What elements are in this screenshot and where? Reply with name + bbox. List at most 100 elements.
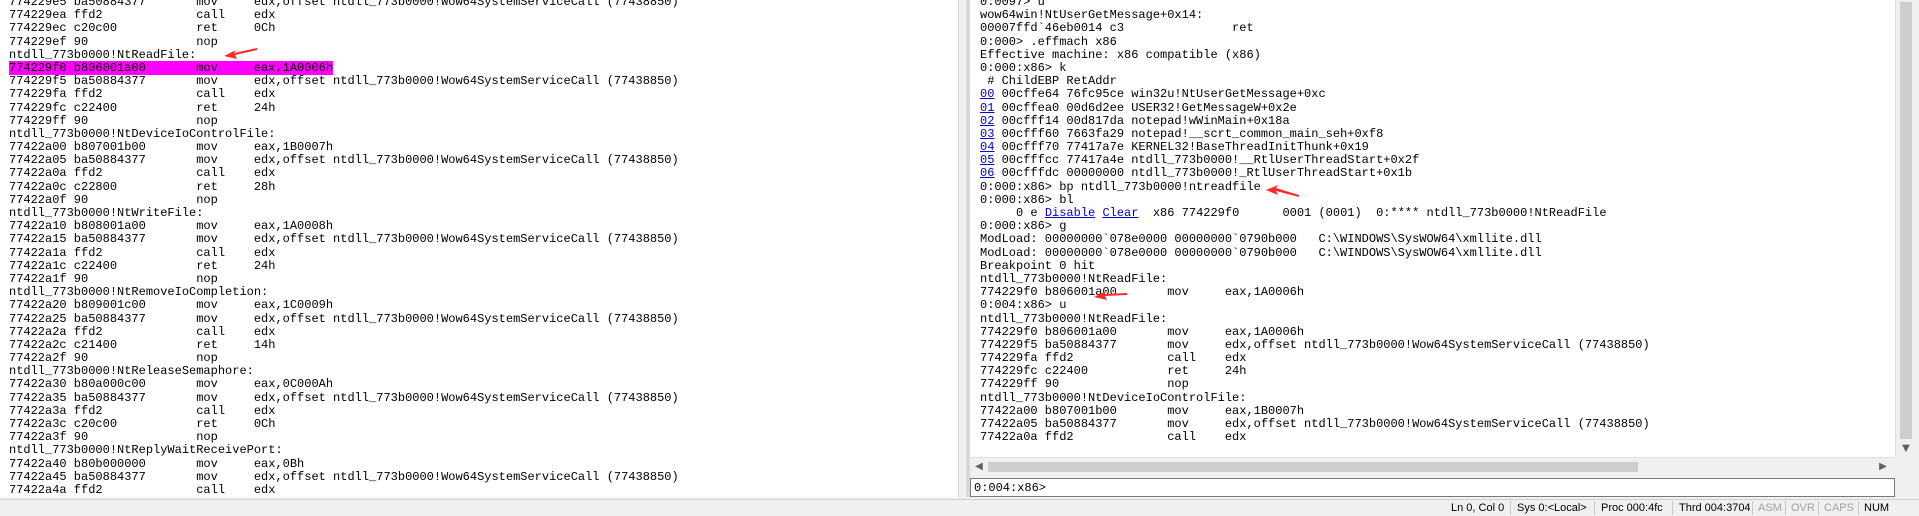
output-horizontal-scroll-thumb[interactable] [988, 462, 1638, 472]
disassembly-text: 77422a1c c22400 ret 24h [9, 258, 276, 273]
disassembly-text: 774229ff 90 nop [9, 113, 218, 128]
disassembly-text: 77422a3a ffd2 call edx [9, 403, 276, 418]
output-text: 77422a0a ffd2 call edx [980, 430, 1247, 445]
output-text: 0 e [980, 206, 1045, 220]
output-line: 774229f0 b806001a00 mov eax,1A0006h [980, 286, 1650, 299]
highlighted-current-instruction: 774229f0 b806001a00 mov eax,1A0006h [9, 60, 334, 75]
disassembly-text: 77422a00 b807001b00 mov eax,1B0007h [9, 140, 334, 155]
output-text: 00cffea0 00d6d2ee USER32!GetMessageW+0x2… [994, 100, 1297, 115]
status-session: Sys 0:<Local> [1517, 502, 1587, 514]
output-text: 774229f5 ba50884377 mov edx,offset ntdll… [980, 337, 1650, 352]
output-text: 0:000> .effmach x86 [980, 34, 1117, 49]
output-text: 77422a05 ba50884377 mov edx,offset ntdll… [980, 417, 1650, 431]
disassembly-text: 774229ec c20c00 ret 0Ch [9, 21, 276, 36]
output-text: # ChildEBP RetAddr [980, 74, 1117, 89]
frame-number-link[interactable]: 05 [980, 153, 994, 167]
output-text: Effective machine: x86 compatible (x86) [980, 47, 1261, 62]
command-input[interactable] [1057, 480, 1877, 495]
disassembly-text: ntdll_773b0000!NtWriteFile: [9, 206, 204, 220]
disassembly-text: 77422a10 b808001a00 mov eax,1A0008h [9, 219, 334, 234]
frame-number-link[interactable]: 03 [980, 127, 994, 141]
output-text: 774229fa ffd2 call edx [980, 351, 1247, 366]
output-text: 00cfff14 00d817da notepad!wWinMain+0x18a [994, 113, 1290, 128]
disassembly-text: 774229ea ffd2 call edx [9, 8, 276, 23]
disassembly-line: 77422a4a ffd2 call edx [9, 483, 679, 497]
output-text: 00cffe64 76fc95ce win32u!NtUserGetMessag… [994, 87, 1326, 102]
command-output: 0:0097> u wow64win!NtUserGetMessage+0x14:… [980, 0, 1650, 444]
output-text: 77422a00 b807001b00 mov eax,1B0007h [980, 403, 1305, 418]
status-bar: Ln 0, Col 0 Sys 0:<Local> Proc 000:4fc T… [0, 499, 1919, 516]
output-text: 0:000:x86> bl [980, 192, 1074, 207]
output-text: 0:000:x86> k [980, 60, 1067, 75]
output-vertical-scrollbar[interactable]: ▼ [1895, 0, 1916, 457]
output-text: 0:000:x86> bp ntdll_773b0000!ntreadfile [980, 179, 1261, 194]
frame-number-link[interactable]: 00 [980, 87, 994, 101]
disassembly-text: ntdll_773b0000!NtReplyWaitReceivePort: [9, 443, 283, 458]
output-line: Effective machine: x86 compatible (x86) [980, 47, 1650, 62]
disassembly-text: 77422a0f 90 nop [9, 192, 218, 207]
output-text: ntdll_773b0000!NtReadFile: [980, 311, 1168, 326]
output-horizontal-scrollbar[interactable]: ◀ ▶ [970, 457, 1895, 476]
output-line: 77422a0a ffd2 call edx [980, 431, 1650, 444]
scroll-left-arrow-icon[interactable]: ◀ [972, 460, 986, 474]
disassembly-text: 77422a20 b809001c00 mov eax,1C0009h [9, 298, 334, 313]
disassembly-text: 77422a3c c20c00 ret 0Ch [9, 417, 276, 431]
disassembly-text: 77422a35 ba50884377 mov edx,offset ntdll… [9, 390, 679, 405]
output-line: 0:000:x86> bp ntdll_773b0000!ntreadfile [980, 179, 1650, 194]
disassembly-text: 774229ef 90 nop [9, 34, 218, 49]
frame-number-link[interactable]: 01 [980, 101, 994, 115]
disassembly-text: ntdll_773b0000!NtDeviceIoControlFile: [9, 126, 276, 141]
frame-number-link[interactable]: 02 [980, 114, 994, 128]
frame-number-link[interactable]: 06 [980, 166, 994, 180]
disassembly-text: 77422a2c c21400 ret 14h [9, 337, 276, 352]
red-arrow-annotation-u [1094, 291, 1127, 300]
disassembly-text: 77422a2f 90 nop [9, 351, 218, 366]
disassembly-text: 77422a25 ba50884377 mov edx,offset ntdll… [9, 311, 679, 326]
output-text: ntdll_773b0000!NtDeviceIoControlFile: [980, 390, 1247, 405]
output-text: 0:000:x86> g [980, 219, 1067, 234]
disassembly-text: 77422a1f 90 nop [9, 271, 218, 286]
disassembly-text: 77422a1a ffd2 call edx [9, 245, 276, 260]
status-num: NUM [1864, 502, 1890, 514]
output-text: wow64win!NtUserGetMessage+0x14: [980, 8, 1204, 23]
disassembly-text: ntdll_773b0000!NtReleaseSemaphore: [9, 364, 254, 379]
red-arrow-annotation-bp [1266, 185, 1299, 197]
red-arrow-annotation-ntreadfile [224, 48, 257, 59]
scroll-down-arrow-icon[interactable]: ▼ [1900, 443, 1912, 455]
status-asm: ASM [1758, 502, 1782, 514]
frame-number-link[interactable]: 04 [980, 140, 994, 154]
scroll-right-arrow-icon[interactable]: ▶ [1876, 460, 1890, 474]
disassembly-window[interactable]: 774229e5 ba50884377 mov edx,offset ntdll… [0, 0, 958, 497]
status-caps: CAPS [1824, 502, 1854, 514]
disassembly-text: ntdll_773b0000!NtRemoveIoCompletion: [9, 285, 269, 300]
disassembly-text: 77422a2a ffd2 call edx [9, 324, 276, 339]
output-text: ntdll_773b0000!NtReadFile: [980, 271, 1168, 286]
output-text: 00007ffd`46eb0014 c3 ret [980, 21, 1254, 36]
output-text: Breakpoint 0 hit [980, 258, 1096, 273]
output-text: 774229fc c22400 ret 24h [980, 364, 1247, 379]
status-ovr: OVR [1791, 502, 1815, 514]
disable-breakpoint-link[interactable]: Disable [1045, 206, 1095, 220]
output-text: x86 774229f0 0001 (0001) 0:**** ntdll_77… [1138, 206, 1607, 220]
disassembly-text: 77422a05 ba50884377 mov edx,offset ntdll… [9, 153, 679, 168]
disassembly-text: 77422a3f 90 nop [9, 430, 218, 445]
clear-breakpoint-link[interactable]: Clear [1102, 206, 1138, 220]
disassembly-text: 77422a40 b80b000000 mov eax,0Bh [9, 456, 305, 471]
command-output-window[interactable]: 0:0097> u wow64win!NtUserGetMessage+0x14:… [970, 0, 1895, 457]
disassembly-listing: 774229e5 ba50884377 mov edx,offset ntdll… [9, 0, 679, 497]
command-bar: 0:004:x86> [970, 478, 1895, 497]
output-vertical-scroll-thumb[interactable] [1900, 2, 1912, 439]
disassembly-text: 774229fa ffd2 call edx [9, 87, 276, 102]
status-process: Proc 000:4fc [1601, 502, 1663, 514]
output-text: 00cfffcc 77417a4e ntdll_773b0000!__RtlUs… [994, 153, 1420, 168]
disassembly-text: 77422a0a ffd2 call edx [9, 166, 276, 181]
disassembly-text: 774229fc c22400 ret 24h [9, 100, 276, 115]
command-prompt: 0:004:x86> [974, 481, 1047, 495]
output-text: 00cfff60 7663fa29 notepad!__scrt_common_… [994, 126, 1384, 141]
output-text: 00cfffdc 00000000 ntdll_773b0000!_RtlUse… [994, 166, 1413, 181]
output-line: 0 e Disable Clear x86 774229f0 0001 (000… [980, 206, 1650, 220]
disassembly-text: 774229f5 ba50884377 mov edx,offset ntdll… [9, 74, 679, 89]
output-text: ModLoad: 00000000`078e0000 00000000`0790… [980, 245, 1542, 260]
disassembly-text: 77422a15 ba50884377 mov edx,offset ntdll… [9, 232, 679, 247]
output-text: 774229f0 b806001a00 mov eax,1A0006h [980, 285, 1305, 300]
